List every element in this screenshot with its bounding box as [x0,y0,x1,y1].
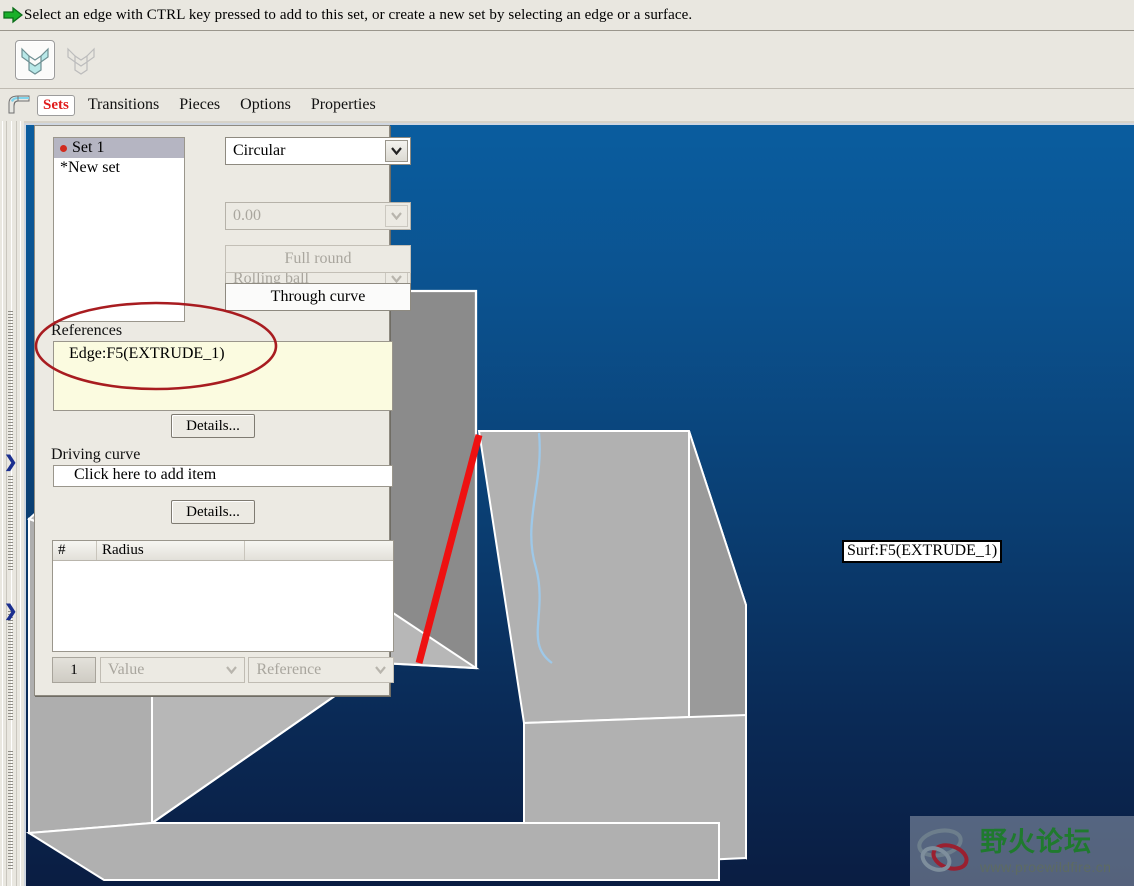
round-dashboard-panel: Set 1 *New set Circular 0.00 Rolling bal… [34,125,411,696]
column-header-extra [245,541,393,560]
column-header-number: # [53,541,97,560]
chevron-down-icon[interactable] [385,140,408,162]
driving-curve-details-button[interactable]: Details... [171,500,255,524]
radius-footer-row: 1 Value Reference [52,656,394,684]
driving-curve-label: Driving curve [51,446,141,463]
list-item[interactable]: *New set [54,158,184,178]
round-sets-tool-button[interactable] [15,40,55,80]
green-arrow-icon [2,4,24,26]
forum-watermark: 野火论坛 www.proewildfire.cn [910,816,1134,886]
radius-value-combo: 0.00 [225,202,411,230]
sets-list[interactable]: Set 1 *New set [53,137,185,322]
watermark-url: www.proewildfire.cn [980,858,1112,875]
column-header-radius: Radius [97,541,245,560]
status-message: Select an edge with CTRL key pressed to … [24,6,693,23]
dashboard-tab-bar: Sets Transitions Pieces Options Properti… [0,89,1134,121]
set-label: Set 1 [72,139,105,156]
list-item[interactable]: Set 1 [54,138,184,158]
chevron-down-icon [385,205,408,227]
active-set-dot-icon [60,144,67,152]
tab-pieces[interactable]: Pieces [172,94,227,116]
application-window: Select an edge with CTRL key pressed to … [0,0,1134,886]
radius-reference-combo: Reference [248,657,394,683]
transitions-tool-button[interactable] [61,40,101,80]
driving-curve-placeholder[interactable]: Click here to add item [54,466,392,484]
references-collector[interactable]: Edge:F5(EXTRUDE_1) [53,341,393,411]
surface-reference-label: Surf:F5(EXTRUDE_1) [842,540,1003,563]
radius-value: 0.00 [233,207,261,224]
infinity-loop-logo-icon [916,823,980,879]
through-curve-button[interactable]: Through curve [225,283,411,311]
round-type-combo[interactable]: Circular [225,137,411,165]
tab-transitions[interactable]: Transitions [81,94,166,116]
chevron-down-icon [370,660,391,680]
table-header-row: # Radius [53,541,393,561]
references-label: References [51,322,123,339]
driving-curve-collector[interactable]: Click here to add item [53,465,393,487]
tab-options[interactable]: Options [233,94,298,116]
radius-value-type-label: Value [107,661,145,678]
full-round-button: Full round [225,245,411,273]
left-dock-strip: ❯ ❯ [0,121,24,886]
round-type-value: Circular [233,142,286,159]
radius-value-type-combo: Value [99,657,246,683]
references-details-button[interactable]: Details... [171,414,255,438]
radius-table[interactable]: # Radius [52,540,394,652]
set-label: *New set [60,159,120,176]
chevron-down-icon [221,660,242,680]
watermark-title: 野火论坛 [980,826,1092,858]
dock-expand-chevron-1[interactable]: ❯ [4,455,18,471]
tab-sets[interactable]: Sets [37,94,75,116]
status-bar: Select an edge with CTRL key pressed to … [0,0,1134,31]
reference-item[interactable]: Edge:F5(EXTRUDE_1) [54,342,392,363]
round-feature-icon [6,92,34,118]
feature-toolbar [0,31,1134,89]
radius-row-index: 1 [52,657,96,683]
tab-properties[interactable]: Properties [304,94,383,116]
radius-reference-label: Reference [256,661,322,678]
dock-expand-chevron-2[interactable]: ❯ [4,604,18,620]
